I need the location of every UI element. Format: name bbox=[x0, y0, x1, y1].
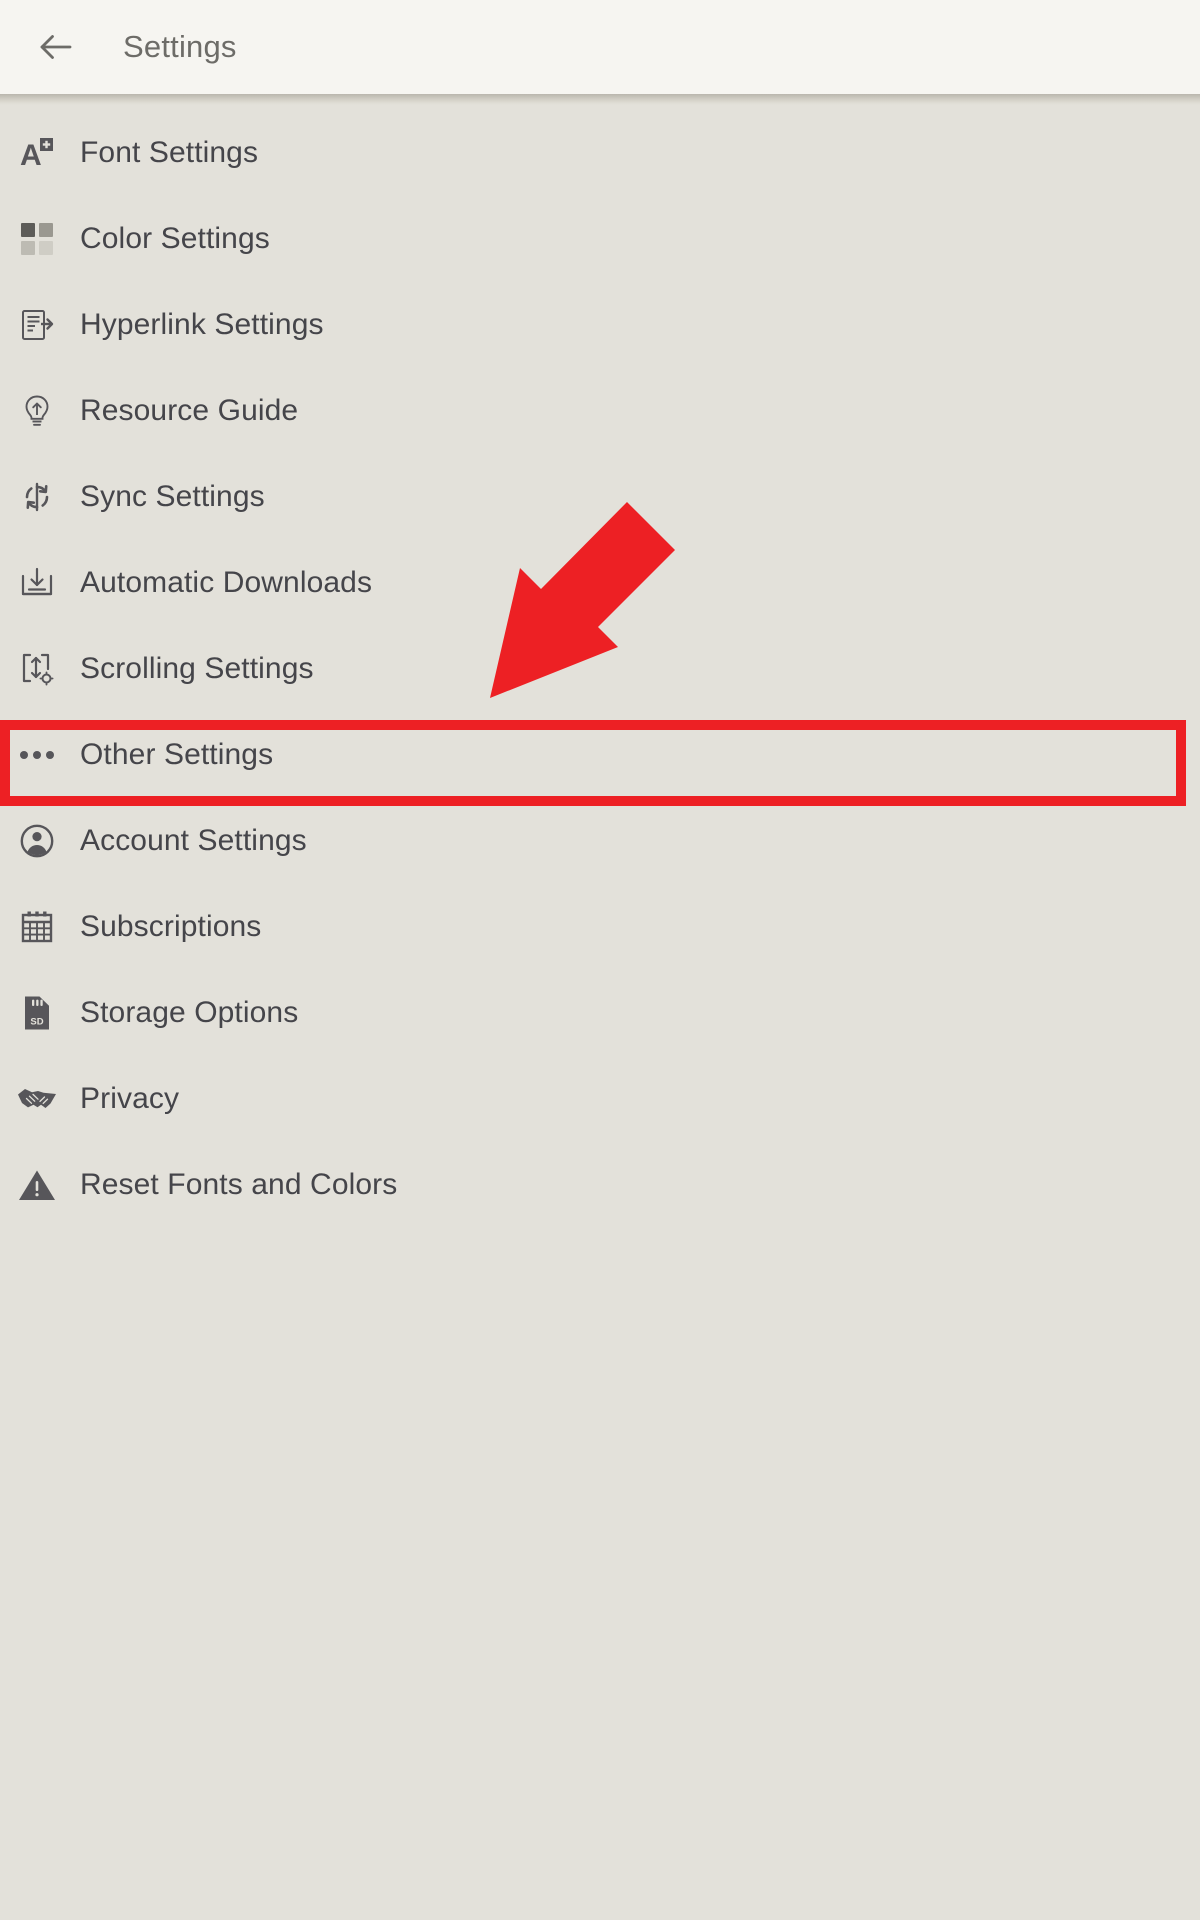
font-size-icon: A bbox=[14, 130, 60, 176]
settings-list: A Font Settings Color Settings Hyperlink… bbox=[0, 105, 1200, 1228]
list-item-font-settings[interactable]: A Font Settings bbox=[0, 110, 1200, 196]
color-grid-icon bbox=[14, 216, 60, 262]
header-divider-shadow bbox=[0, 94, 1200, 105]
list-item-hyperlink-settings[interactable]: Hyperlink Settings bbox=[0, 282, 1200, 368]
list-item-label: Other Settings bbox=[80, 738, 274, 771]
back-button[interactable] bbox=[26, 17, 86, 77]
list-item-scrolling-settings[interactable]: Scrolling Settings bbox=[0, 626, 1200, 712]
list-item-label: Reset Fonts and Colors bbox=[80, 1168, 398, 1201]
list-item-label: Privacy bbox=[80, 1082, 180, 1115]
list-item-label: Color Settings bbox=[80, 222, 270, 255]
list-item-label: Automatic Downloads bbox=[80, 566, 373, 599]
sd-card-icon: SD bbox=[14, 990, 60, 1036]
list-item-label: Account Settings bbox=[80, 824, 307, 857]
list-item-sync-settings[interactable]: Sync Settings bbox=[0, 454, 1200, 540]
calendar-icon bbox=[14, 904, 60, 950]
page-title: Settings bbox=[123, 29, 237, 64]
list-item-label: Font Settings bbox=[80, 136, 259, 169]
list-item-label: Resource Guide bbox=[80, 394, 299, 427]
handshake-icon bbox=[14, 1076, 60, 1122]
svg-text:A: A bbox=[20, 139, 42, 171]
list-item-subscriptions[interactable]: Subscriptions bbox=[0, 884, 1200, 970]
list-item-label: Scrolling Settings bbox=[80, 652, 314, 685]
list-item-label: Hyperlink Settings bbox=[80, 308, 324, 341]
svg-text:SD: SD bbox=[30, 1017, 43, 1028]
warning-triangle-icon bbox=[14, 1162, 60, 1208]
list-item-storage-options[interactable]: SD Storage Options bbox=[0, 970, 1200, 1056]
document-link-icon bbox=[14, 302, 60, 348]
list-item-label: Sync Settings bbox=[80, 480, 265, 513]
download-tray-icon bbox=[14, 560, 60, 606]
lightbulb-icon bbox=[14, 388, 60, 434]
app-header: Settings bbox=[0, 0, 1200, 94]
list-item-other-settings[interactable]: Other Settings bbox=[0, 712, 1200, 798]
list-item-label: Storage Options bbox=[80, 996, 299, 1029]
sync-refresh-icon bbox=[14, 474, 60, 520]
list-item-automatic-downloads[interactable]: Automatic Downloads bbox=[0, 540, 1200, 626]
list-item-privacy[interactable]: Privacy bbox=[0, 1056, 1200, 1142]
scroll-gear-icon bbox=[14, 646, 60, 692]
user-circle-icon bbox=[14, 818, 60, 864]
list-item-label: Subscriptions bbox=[80, 910, 262, 943]
list-item-resource-guide[interactable]: Resource Guide bbox=[0, 368, 1200, 454]
ellipsis-icon bbox=[14, 732, 60, 778]
list-item-account-settings[interactable]: Account Settings bbox=[0, 798, 1200, 884]
list-item-color-settings[interactable]: Color Settings bbox=[0, 196, 1200, 282]
list-item-reset-fonts-and-colors[interactable]: Reset Fonts and Colors bbox=[0, 1142, 1200, 1228]
arrow-left-icon bbox=[35, 26, 77, 68]
